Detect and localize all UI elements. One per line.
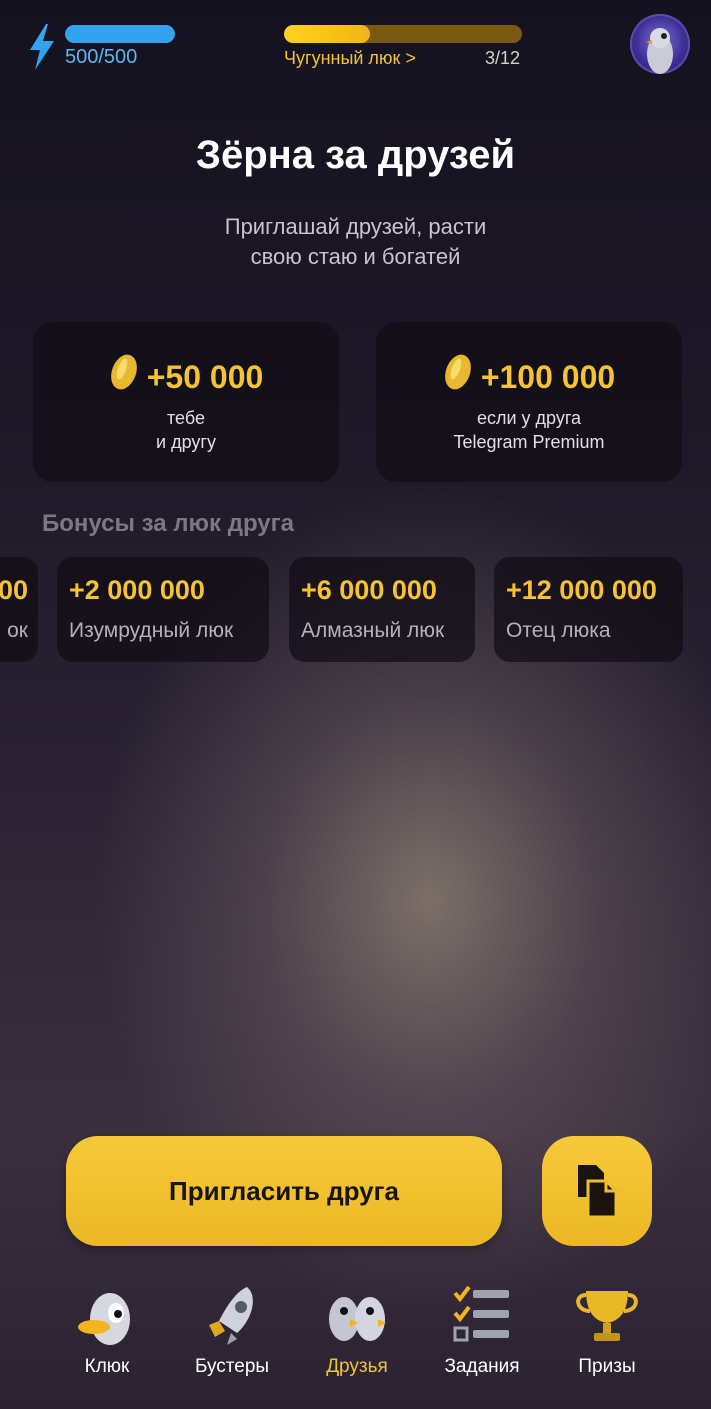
bonus-card[interactable]: +6 000 000 Алмазный люк bbox=[289, 557, 475, 662]
trophy-icon bbox=[576, 1291, 638, 1341]
page-title: Зёрна за друзей bbox=[195, 133, 516, 177]
nav-label: Задания bbox=[444, 1356, 520, 1377]
nav-item-kluk[interactable]: Клюк bbox=[47, 1276, 167, 1386]
nav-label: Друзья bbox=[326, 1356, 388, 1377]
bonus-heading: Бонусы за люк друга bbox=[42, 510, 294, 537]
pigeon-avatar[interactable] bbox=[630, 14, 690, 74]
bonus-label: ок bbox=[7, 619, 28, 642]
bonus-card[interactable]: +2 000 000 Изумрудный люк bbox=[57, 557, 269, 662]
reward-desc-line-1: тебе bbox=[167, 408, 205, 428]
bonus-amount: +12 000 000 bbox=[506, 575, 657, 605]
energy-bar bbox=[65, 25, 175, 43]
bonus-label: Отец люка bbox=[506, 619, 611, 642]
nav-item-prizes[interactable]: Призы bbox=[547, 1276, 667, 1386]
nav-label: Бустеры bbox=[194, 1356, 270, 1377]
lightning-icon bbox=[30, 24, 54, 70]
invite-friend-label: Пригласить друга bbox=[169, 1175, 399, 1206]
bonus-amount: +2 000 000 bbox=[69, 575, 205, 605]
copy-icon bbox=[578, 1165, 618, 1219]
checklist-icon bbox=[453, 1285, 509, 1342]
level-name-link[interactable]: Чугунный люк > bbox=[284, 48, 416, 69]
bonus-label: Алмазный люк bbox=[301, 619, 445, 642]
reward-amount: +100 000 bbox=[480, 359, 616, 395]
bonus-label: Изумрудный люк bbox=[69, 619, 234, 642]
copy-link-button[interactable] bbox=[542, 1136, 652, 1246]
reward-card-premium: +100 000 если у друга Telegram Premium bbox=[376, 322, 682, 482]
reward-card-regular: +50 000 тебе и другу bbox=[33, 322, 339, 482]
reward-amount: +50 000 bbox=[146, 359, 264, 395]
friends-icon bbox=[329, 1297, 386, 1341]
level-count: 3/12 bbox=[485, 48, 521, 68]
reward-desc-line-2: и другу bbox=[156, 432, 216, 452]
page-subtitle: Приглашай друзей, расти свою стаю и бога… bbox=[180, 212, 531, 272]
reward-desc-line-1: если у друга bbox=[476, 408, 582, 428]
nav-item-boosters[interactable]: Бустеры bbox=[172, 1276, 292, 1386]
duck-icon bbox=[78, 1293, 130, 1345]
level-progress-bar bbox=[284, 25, 522, 43]
bonus-card[interactable]: 00 ок bbox=[0, 557, 38, 662]
invite-friend-button[interactable]: Пригласить друга bbox=[66, 1136, 502, 1246]
nav-item-tasks[interactable]: Задания bbox=[422, 1276, 542, 1386]
nav-label: Призы bbox=[578, 1356, 636, 1377]
bonus-amount: +6 000 000 bbox=[301, 575, 437, 605]
subtitle-line-1: Приглашай друзей, расти bbox=[224, 214, 487, 239]
subtitle-line-2: свою стаю и богатей bbox=[250, 244, 461, 269]
seed-icon bbox=[110, 354, 137, 390]
bonus-card[interactable]: +12 000 000 Отец люка bbox=[494, 557, 683, 662]
nav-item-friends[interactable]: Друзья bbox=[297, 1276, 417, 1386]
bonus-amount: 00 bbox=[0, 575, 28, 605]
nav-label: Клюк bbox=[84, 1356, 130, 1377]
energy-bar-fill bbox=[65, 25, 175, 43]
energy-value: 500/500 bbox=[65, 46, 138, 68]
level-progress-fill bbox=[284, 25, 370, 43]
pigeon-avatar-icon bbox=[646, 28, 673, 74]
seed-icon bbox=[444, 354, 471, 390]
reward-desc-line-2: Telegram Premium bbox=[453, 432, 605, 452]
rocket-icon bbox=[209, 1287, 253, 1345]
